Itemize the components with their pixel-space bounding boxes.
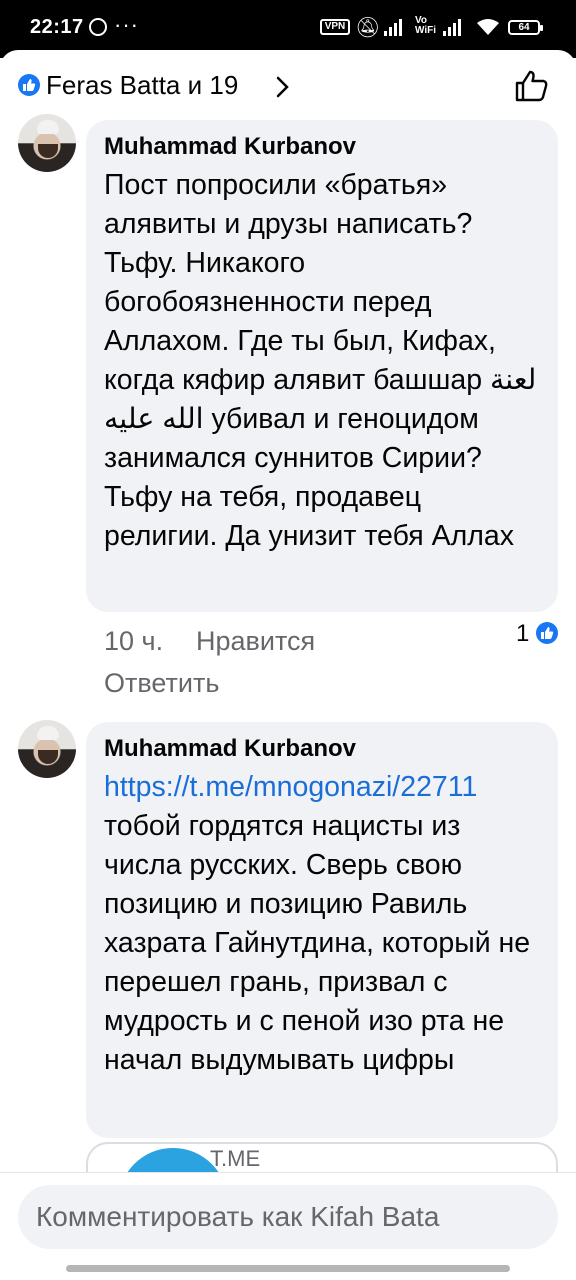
mute-icon: 🔕︎ (355, 17, 381, 39)
comment-link[interactable]: https://t.me/mnogonazi/22711 (104, 768, 540, 807)
comment-text: https://t.me/mnogonazi/22711 тобой гордя… (104, 768, 540, 1080)
avatar[interactable] (18, 720, 76, 778)
wifi-icon (476, 18, 500, 42)
comment-like-count[interactable]: 1 (516, 620, 529, 648)
composer-bar: Комментировать как Kifah Bata (0, 1172, 576, 1280)
like-reaction-icon (536, 622, 558, 644)
comment-author[interactable]: Muhammad Kurbanov (104, 132, 540, 162)
chevron-right-icon[interactable] (276, 76, 290, 103)
comment-bubble[interactable]: Muhammad Kurbanov https://t.me/mnogonazi… (86, 722, 558, 1138)
comment-bubble[interactable]: Muhammad Kurbanov Пост попросили «братья… (86, 120, 558, 612)
battery-icon: 64 (508, 20, 543, 35)
whatsapp-icon (89, 18, 107, 36)
vowifi-icon: Vo WiFi (415, 15, 437, 36)
comment-time: 10 ч. (104, 626, 164, 656)
signal-icon (384, 16, 402, 36)
like-reaction-icon (18, 74, 40, 96)
comment-author[interactable]: Muhammad Kurbanov (104, 734, 540, 764)
clock: 22:17 (30, 16, 84, 38)
preview-domain: T.ME (210, 1146, 261, 1171)
like-comment-button[interactable]: Нравится (196, 626, 315, 657)
like-icon[interactable] (515, 70, 549, 107)
vpn-icon: VPN (320, 19, 350, 35)
more-notifications-icon: ··· (114, 12, 139, 37)
comment-body: тобой гордятся нацисты из числа русских.… (104, 810, 531, 1076)
home-indicator[interactable] (66, 1265, 510, 1272)
signal-icon-2 (443, 16, 461, 36)
reply-button[interactable]: Ответить (104, 668, 219, 699)
comment-input[interactable]: Комментировать как Kifah Bata (18, 1185, 558, 1249)
comment-text: Пост попросили «братья» алявиты и друзы … (104, 169, 537, 552)
reactions-summary[interactable]: Feras Batta и 19 (46, 70, 238, 101)
reactions-header[interactable]: Feras Batta и 19 (0, 50, 576, 116)
avatar[interactable] (18, 114, 76, 172)
